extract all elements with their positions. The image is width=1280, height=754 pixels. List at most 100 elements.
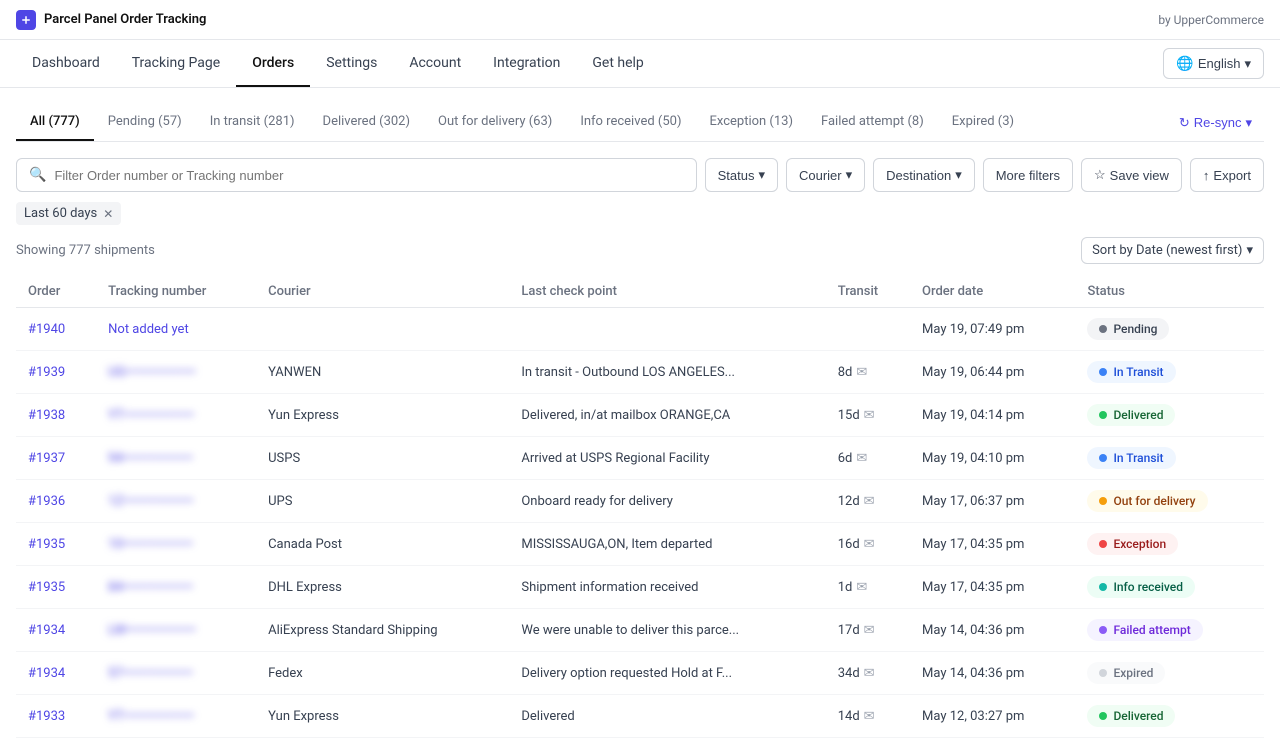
transit-cell: 14d✉: [838, 709, 898, 724]
cell-order-date: May 17, 04:35 pm: [910, 566, 1075, 609]
cell-tracking: 1Z••••••••••••••••: [96, 480, 256, 523]
cell-checkpoint: In transit - Outbound LOS ANGELES...: [509, 351, 825, 394]
table-row: #1933 YT•••••••••••••••• Yun Express Del…: [16, 695, 1264, 738]
resync-chevron-icon: ▾: [1245, 115, 1252, 131]
destination-filter-label: Destination: [886, 168, 951, 183]
tracking-link[interactable]: 57••••••••••••••••: [108, 666, 193, 681]
order-link[interactable]: #1933: [28, 709, 65, 724]
cell-transit: 14d✉: [826, 695, 910, 738]
nav-item-get-help[interactable]: Get help: [576, 40, 659, 87]
tracking-number: YT••••••••••••••••: [108, 709, 194, 724]
col-order-date: Order date: [910, 276, 1075, 308]
status-dot: [1099, 325, 1107, 333]
cell-courier: Yun Express: [256, 695, 509, 738]
status-label: Expired: [1113, 666, 1153, 680]
tracking-link[interactable]: 84••••••••••••••••: [108, 580, 193, 595]
cell-checkpoint: [509, 308, 825, 351]
nav-item-account[interactable]: Account: [393, 40, 477, 87]
status-badge: Pending: [1087, 318, 1169, 340]
search-input[interactable]: [54, 168, 683, 183]
tracking-link[interactable]: 1Z••••••••••••••••: [108, 494, 193, 509]
tracking-number: 57••••••••••••••••: [108, 666, 193, 681]
order-link[interactable]: #1939: [28, 365, 65, 380]
tab-in-transit[interactable]: In transit (281): [196, 104, 309, 141]
cell-tracking: Not added yet: [96, 308, 256, 351]
cell-status: Expired: [1075, 652, 1264, 695]
cell-transit: 1d✉: [826, 566, 910, 609]
transit-days: 15d: [838, 408, 860, 423]
nav-item-dashboard[interactable]: Dashboard: [16, 40, 116, 87]
status-label: Delivered: [1113, 408, 1163, 422]
tab-expired[interactable]: Expired (3): [938, 104, 1028, 141]
orders-table-wrap: Order Tracking number Courier Last check…: [16, 276, 1264, 738]
mail-icon: ✉: [864, 537, 875, 552]
order-link[interactable]: #1940: [28, 322, 65, 337]
tab-delivered[interactable]: Delivered (302): [309, 104, 424, 141]
order-link[interactable]: #1938: [28, 408, 65, 423]
table-row: #1934 57•••••••••••••••• Fedex Delivery …: [16, 652, 1264, 695]
cell-courier: AliExpress Standard Shipping: [256, 609, 509, 652]
tracking-link[interactable]: Not added yet: [108, 322, 189, 337]
nav-item-tracking-page[interactable]: Tracking Page: [116, 40, 236, 87]
date-filter-remove-button[interactable]: ✕: [103, 207, 113, 221]
order-link[interactable]: #1935: [28, 537, 65, 552]
tracking-link[interactable]: YT••••••••••••••••: [108, 408, 194, 423]
cell-order-date: May 14, 04:36 pm: [910, 652, 1075, 695]
status-dot: [1099, 497, 1107, 505]
col-transit: Transit: [826, 276, 910, 308]
order-link[interactable]: #1934: [28, 623, 65, 638]
tracking-link[interactable]: UG••••••••••••••••: [108, 365, 195, 380]
tracking-link[interactable]: YT••••••••••••••••: [108, 709, 194, 724]
nav-item-integration[interactable]: Integration: [477, 40, 576, 87]
resync-button[interactable]: ↻ Re-sync ▾: [1167, 109, 1264, 137]
courier-filter-button[interactable]: Courier ▾: [786, 158, 865, 192]
export-button[interactable]: ↑ Export: [1190, 158, 1264, 192]
tracking-link[interactable]: 94••••••••••••••••: [108, 451, 193, 466]
destination-filter-button[interactable]: Destination ▾: [873, 158, 975, 192]
tracking-link[interactable]: LW••••••••••••••••: [108, 623, 196, 638]
cell-checkpoint: Delivered: [509, 695, 825, 738]
tracking-number: LW••••••••••••••••: [108, 623, 196, 638]
cell-tracking: 84••••••••••••••••: [96, 566, 256, 609]
order-link[interactable]: #1934: [28, 666, 65, 681]
order-link[interactable]: #1937: [28, 451, 65, 466]
tab-failed-attempt[interactable]: Failed attempt (8): [807, 104, 938, 141]
resync-icon: ↻: [1179, 115, 1190, 131]
status-dot: [1099, 411, 1107, 419]
status-label: Exception: [1113, 537, 1166, 551]
tracking-number: 10••••••••••••••••: [108, 537, 193, 552]
status-dot: [1099, 583, 1107, 591]
order-link[interactable]: #1936: [28, 494, 65, 509]
status-label: In Transit: [1113, 365, 1163, 379]
sort-select[interactable]: Sort by Date (newest first) ▾: [1081, 237, 1264, 264]
cell-courier: [256, 308, 509, 351]
nav-item-orders[interactable]: Orders: [236, 40, 310, 87]
col-status: Status: [1075, 276, 1264, 308]
tab-pending[interactable]: Pending (57): [94, 104, 196, 141]
tab-out-delivery[interactable]: Out for delivery (63): [424, 104, 566, 141]
transit-cell: 16d✉: [838, 537, 898, 552]
tab-exception[interactable]: Exception (13): [695, 104, 807, 141]
cell-checkpoint: Delivered, in/at mailbox ORANGE,CA: [509, 394, 825, 437]
globe-icon: 🌐: [1176, 55, 1193, 72]
status-badge: Expired: [1087, 662, 1165, 684]
transit-cell: 12d✉: [838, 494, 898, 509]
app-icon: [16, 10, 36, 30]
more-filters-button[interactable]: More filters: [983, 158, 1073, 192]
status-badge: Delivered: [1087, 705, 1175, 727]
search-box[interactable]: 🔍: [16, 158, 697, 192]
status-filter-button[interactable]: Status ▾: [705, 158, 778, 192]
sort-chevron-icon: ▾: [1246, 243, 1253, 258]
tab-info-received[interactable]: Info received (50): [566, 104, 695, 141]
order-link[interactable]: #1935: [28, 580, 65, 595]
status-label: Delivered: [1113, 709, 1163, 723]
language-button[interactable]: 🌐 English ▾: [1163, 48, 1264, 79]
transit-cell: 17d✉: [838, 623, 898, 638]
save-view-button[interactable]: ☆ Save view: [1081, 158, 1182, 192]
tab-all[interactable]: All (777): [16, 104, 94, 141]
tracking-link[interactable]: 10••••••••••••••••: [108, 537, 193, 552]
cell-checkpoint: Delivery option requested Hold at F...: [509, 652, 825, 695]
nav-item-settings[interactable]: Settings: [310, 40, 393, 87]
cell-checkpoint: Shipment information received: [509, 566, 825, 609]
cell-order-date: May 19, 06:44 pm: [910, 351, 1075, 394]
